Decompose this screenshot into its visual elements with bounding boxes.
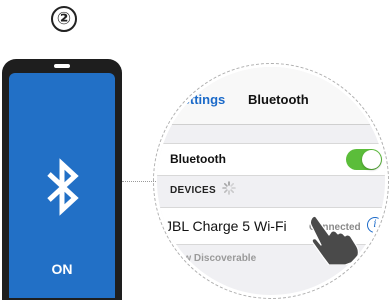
settings-nav-bar: Settings Bluetooth [157,67,385,125]
devices-header: DEVICES [170,185,217,196]
phone-illustration: ON [2,59,122,300]
bluetooth-status-label: ON [51,261,73,277]
page-title: Bluetooth [248,92,309,107]
toggle-knob [362,150,381,169]
phone-speaker [54,64,70,68]
magnifier-content: Settings Bluetooth Bluetooth DEVICES JBL… [157,67,385,295]
step-number-badge: ② [51,6,77,32]
magnified-settings-view: Settings Bluetooth Bluetooth DEVICES JBL… [153,63,391,300]
pointing-hand-icon [309,215,359,265]
discoverable-text: Now Discoverable [170,253,257,264]
phone-screen: ON [9,73,115,298]
bluetooth-toggle[interactable] [346,149,382,170]
settings-back-link[interactable]: Settings [174,92,225,107]
info-icon[interactable]: i [367,217,383,233]
bluetooth-icon [47,158,79,216]
device-name: JBL Charge 5 Wi-Fi [165,218,287,234]
bluetooth-row-label: Bluetooth [170,152,226,166]
bluetooth-row: Bluetooth [157,143,385,176]
loading-spinner-icon [222,181,236,195]
